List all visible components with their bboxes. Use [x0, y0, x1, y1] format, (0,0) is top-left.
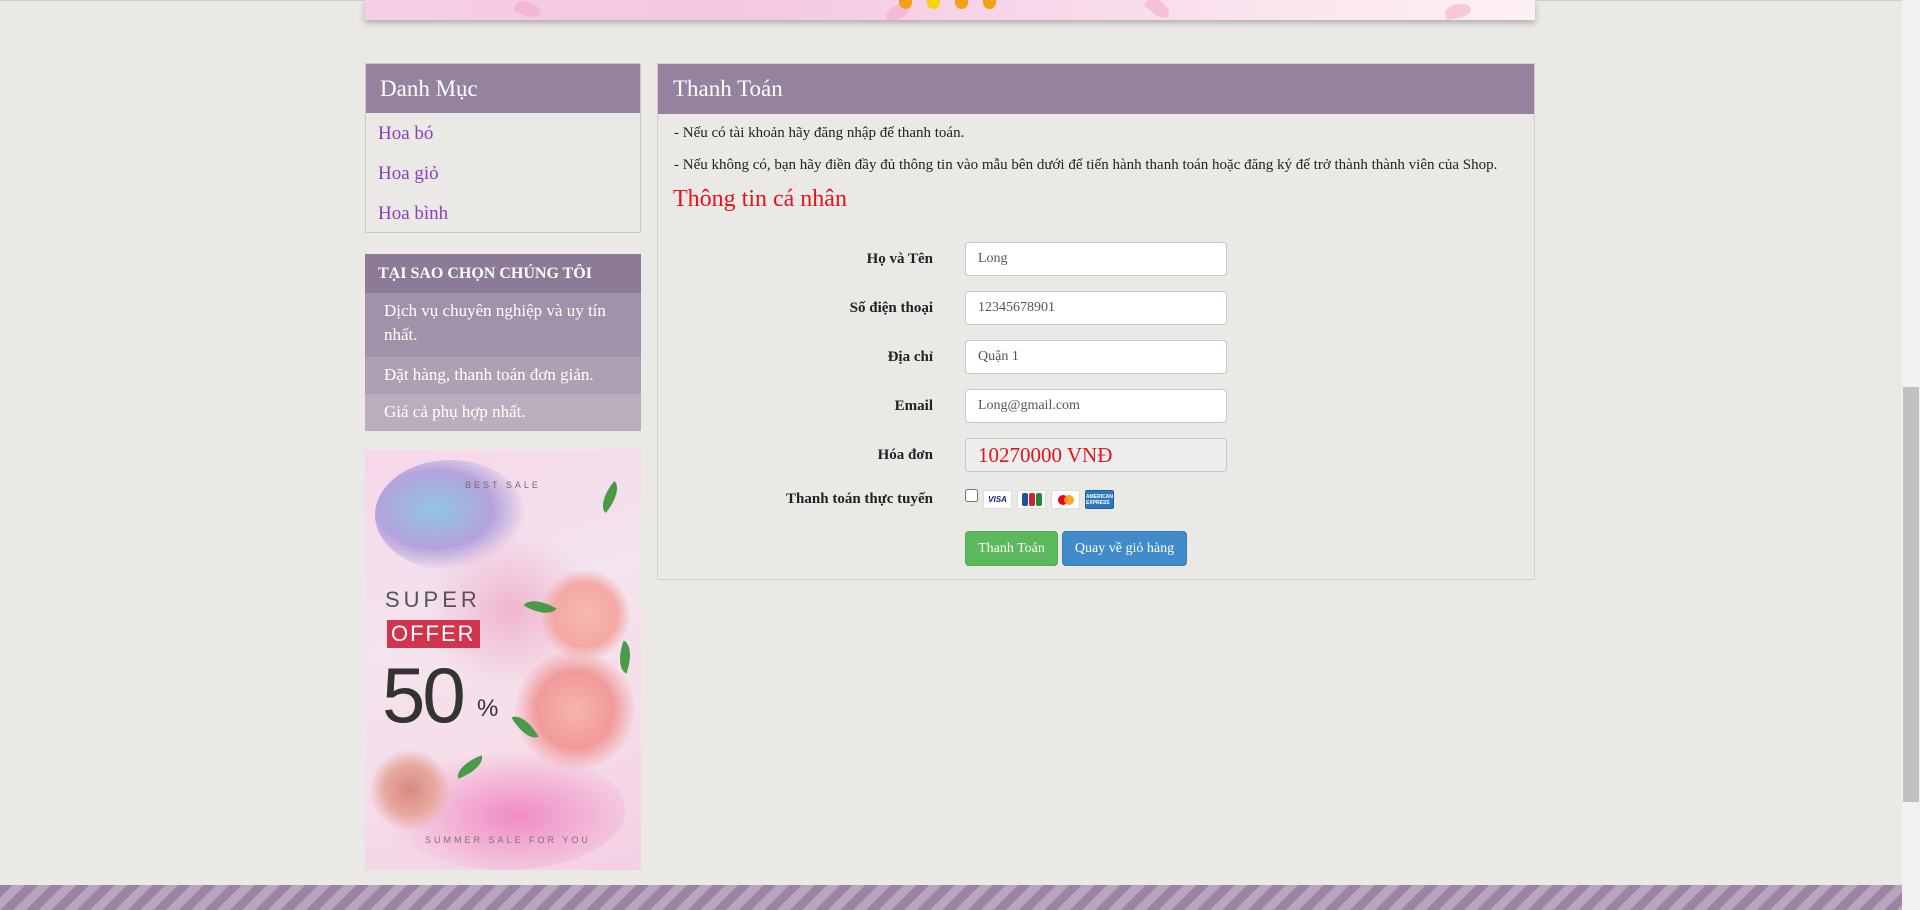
slider-dot[interactable]	[983, 0, 996, 9]
petal-decoration	[1443, 1, 1473, 20]
category-item-hoa-gio[interactable]: Hoa giỏ	[366, 159, 640, 199]
why-choose-us-panel: TẠI SAO CHỌN CHÚNG TÔI Dịch vụ chuyên ng…	[365, 254, 641, 431]
payment-title: Thanh Toán	[658, 64, 1534, 114]
phone-input[interactable]	[965, 291, 1227, 325]
online-payment-label: Thanh toán thực tuyến	[786, 491, 933, 507]
guest-note: - Nếu không có, bạn hãy điền đầy đủ thôn…	[674, 157, 1498, 173]
invoice-row: Hóa đơn	[658, 438, 1534, 472]
personal-info-title: Thông tin cá nhân	[673, 186, 847, 212]
visa-card-icon: VISA	[983, 490, 1012, 509]
name-label: Họ và Tên	[866, 251, 933, 267]
why-item: Giá cả phụ hợp nhất.	[365, 394, 641, 431]
slider-dot-active[interactable]	[927, 0, 940, 9]
flower-illustration	[370, 750, 450, 830]
action-row: Thanh Toán Quay về giỏ hàng	[658, 531, 1534, 566]
ad-percent-sign: %	[477, 695, 499, 722]
mastercard-icon	[1051, 490, 1080, 509]
slider-dots	[899, 0, 996, 9]
phone-row: Số điện thoại	[658, 291, 1534, 325]
flower-illustration	[515, 650, 635, 770]
name-input[interactable]	[965, 242, 1227, 276]
leaf-illustration	[594, 481, 626, 513]
pay-button[interactable]: Thanh Toán	[965, 531, 1058, 566]
category-item-hoa-binh[interactable]: Hoa bình	[366, 199, 640, 239]
scrollbar-thumb[interactable]	[1903, 387, 1919, 802]
login-note: - Nếu có tài khoản hãy đăng nhập để than…	[674, 125, 965, 141]
category-panel: Danh Mục Hoa bó Hoa giỏ Hoa bình	[365, 63, 641, 233]
invoice-label: Hóa đơn	[877, 447, 933, 463]
amex-card-icon: AMERICAN EXPRESS	[1085, 490, 1114, 509]
ad-best-sale: BEST SALE	[465, 480, 541, 490]
address-row: Địa chỉ	[658, 340, 1534, 374]
category-title: Danh Mục	[366, 64, 640, 113]
ad-super-text: SUPER	[385, 587, 481, 612]
online-payment-checkbox[interactable]	[965, 489, 978, 502]
sale-ad-banner[interactable]: BEST SALE SUPER OFFER 50 % SUMMER SALE F…	[365, 450, 641, 870]
address-label: Địa chỉ	[887, 349, 933, 365]
why-item: Đặt hàng, thanh toán đơn giản.	[365, 357, 641, 394]
payment-card-logos: VISA AMERICAN EXPRESS	[983, 490, 1114, 509]
address-input[interactable]	[965, 340, 1227, 374]
online-payment-row: Thanh toán thực tuyến VISA AMERICAN EXPR…	[658, 489, 1534, 523]
email-row: Email	[658, 389, 1534, 423]
phone-label: Số điện thoại	[849, 300, 933, 316]
petal-decoration	[1143, 0, 1173, 20]
slider-dot[interactable]	[955, 0, 968, 9]
email-input[interactable]	[965, 389, 1227, 423]
slider-dot[interactable]	[899, 0, 912, 9]
jcb-card-icon	[1017, 490, 1046, 509]
petal-decoration	[513, 0, 543, 20]
ad-offer-badge: OFFER	[387, 620, 480, 648]
category-list: Hoa bó Hoa giỏ Hoa bình	[366, 113, 640, 239]
ad-percent-value: 50	[382, 651, 466, 739]
invoice-total-field	[965, 438, 1227, 472]
back-to-cart-button[interactable]: Quay về giỏ hàng	[1062, 531, 1187, 566]
ad-tagline: SUMMER SALE FOR YOU	[425, 835, 591, 845]
name-row: Họ và Tên	[658, 242, 1534, 276]
payment-panel: Thanh Toán - Nếu có tài khoản hãy đăng n…	[657, 63, 1535, 580]
flower-illustration	[540, 570, 630, 660]
email-label: Email	[894, 398, 933, 414]
why-item: Dịch vụ chuyên nghiệp và uy tín nhất.	[365, 293, 641, 357]
why-choose-us-title: TẠI SAO CHỌN CHÚNG TÔI	[365, 254, 641, 293]
footer-stripe	[0, 885, 1902, 910]
category-item-hoa-bo[interactable]: Hoa bó	[366, 119, 640, 159]
